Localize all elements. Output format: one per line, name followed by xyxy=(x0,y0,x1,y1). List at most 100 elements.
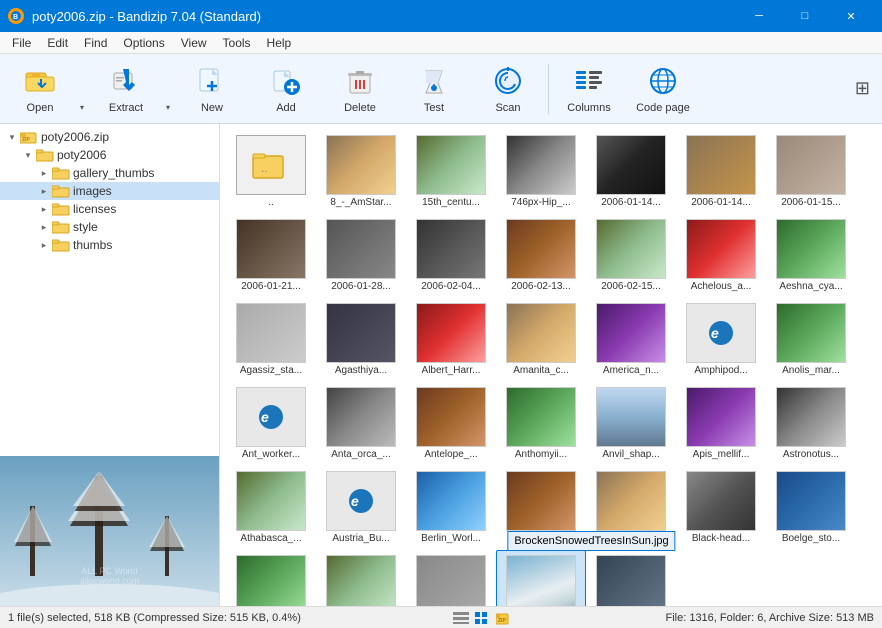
menu-options[interactable]: Options xyxy=(115,34,172,52)
file-grid: .. .. 8_-_AmStar... 15th_centu... 746px-… xyxy=(224,128,878,606)
extract-dropdown-arrow[interactable]: ▾ xyxy=(162,58,174,120)
list-item[interactable]: e Ant_worker... xyxy=(226,382,316,466)
extract-button[interactable]: Extract xyxy=(90,58,162,120)
list-item[interactable]: Bill_Thom... xyxy=(496,466,586,550)
new-label: New xyxy=(201,102,223,114)
titlebar-left: B poty2006.zip - Bandizip 7.04 (Standard… xyxy=(8,8,261,24)
scan-button[interactable]: Scan xyxy=(472,58,544,120)
menu-tools[interactable]: Tools xyxy=(215,34,259,52)
detail-view-icon[interactable] xyxy=(474,611,492,625)
file-item-up[interactable]: .. .. xyxy=(226,130,316,214)
view-toggle-button[interactable]: ⊞ xyxy=(855,78,878,99)
list-item[interactable]: Apis_mellif... xyxy=(676,382,766,466)
list-item[interactable]: Brooklyn_B... xyxy=(586,550,676,606)
list-item[interactable]: Anthomyii... xyxy=(496,382,586,466)
file-thumb xyxy=(326,555,396,606)
file-thumb xyxy=(506,219,576,279)
list-item[interactable]: 2006-02-13... xyxy=(496,214,586,298)
minimize-button[interactable]: ─ xyxy=(736,0,782,32)
list-item[interactable]: 8_-_AmStar... xyxy=(316,130,406,214)
list-item[interactable]: British_Mus... xyxy=(406,550,496,606)
list-item[interactable]: Amanita_c... xyxy=(496,298,586,382)
menu-view[interactable]: View xyxy=(173,34,215,52)
list-item[interactable]: Achelous_a... xyxy=(676,214,766,298)
file-thumb xyxy=(776,303,846,363)
delete-button[interactable]: Delete xyxy=(324,58,396,120)
columns-label: Columns xyxy=(567,102,610,114)
menu-edit[interactable]: Edit xyxy=(39,34,76,52)
list-item[interactable]: Boelge_sto... xyxy=(766,466,856,550)
list-item[interactable]: 15th_centu... xyxy=(406,130,496,214)
tree-item-poty2006[interactable]: ▾ poty2006 xyxy=(0,146,219,164)
add-button[interactable]: Add xyxy=(250,58,322,120)
list-item[interactable]: Bismuth_cr... xyxy=(586,466,676,550)
svg-text:..: .. xyxy=(261,161,268,175)
list-item[interactable]: Agassiz_sta... xyxy=(226,298,316,382)
list-item[interactable]: 2006-01-21... xyxy=(226,214,316,298)
file-thumb xyxy=(596,555,666,606)
maximize-button[interactable]: □ xyxy=(782,0,828,32)
list-item[interactable]: Black-head... xyxy=(676,466,766,550)
close-button[interactable]: ✕ xyxy=(828,0,874,32)
list-item[interactable]: 2006-02-04... xyxy=(406,214,496,298)
file-thumb xyxy=(776,471,846,531)
tree-item-licenses[interactable]: ▸ licenses xyxy=(0,200,219,218)
menu-file[interactable]: File xyxy=(4,34,39,52)
menu-find[interactable]: Find xyxy=(76,34,115,52)
list-item[interactable]: 746px-Hip_... xyxy=(496,130,586,214)
tree-item-zip[interactable]: ▾ ZIP poty2006.zip xyxy=(0,128,219,146)
list-item[interactable]: 2006-02-15... xyxy=(586,214,676,298)
list-item[interactable]: Anvil_shap... xyxy=(586,382,676,466)
list-item[interactable]: Antelope_... xyxy=(406,382,496,466)
new-button[interactable]: New xyxy=(176,58,248,120)
file-name: Athabasca_... xyxy=(240,533,301,545)
filelist[interactable]: .. .. 8_-_AmStar... 15th_centu... 746px-… xyxy=(220,124,882,606)
list-item[interactable]: Brazilian_N... xyxy=(226,550,316,606)
file-thumb xyxy=(416,303,486,363)
tree-item-thumbs[interactable]: ▸ thumbs xyxy=(0,236,219,254)
columns-button[interactable]: Columns xyxy=(553,58,625,120)
app-icon: B xyxy=(8,8,24,24)
list-view-icon[interactable] xyxy=(452,611,470,625)
file-item-brocken[interactable]: BrockenSnowedTreesInSun.jpg BrockenSnowe… xyxy=(496,550,586,606)
file-thumb xyxy=(776,219,846,279)
open-dropdown-arrow[interactable]: ▾ xyxy=(76,58,88,120)
file-name: Achelous_a... xyxy=(691,281,752,293)
file-name: 746px-Hip_... xyxy=(511,197,570,209)
list-item[interactable]: America_n... xyxy=(586,298,676,382)
list-item[interactable]: e Austria_Bu... xyxy=(316,466,406,550)
list-item[interactable]: Anolis_mar... xyxy=(766,298,856,382)
list-item[interactable]: Berlin_Worl... xyxy=(406,466,496,550)
menu-help[interactable]: Help xyxy=(259,34,300,52)
list-item[interactable]: e Amphipod... xyxy=(676,298,766,382)
test-button[interactable]: Test xyxy=(398,58,470,120)
extract-button-group: Extract ▾ xyxy=(90,58,174,120)
open-button[interactable]: Open xyxy=(4,58,76,120)
list-item[interactable]: 2006-01-14... xyxy=(586,130,676,214)
sidebar-preview: ALL PC World allpcworld.com xyxy=(0,456,219,606)
file-thumb xyxy=(326,135,396,195)
list-item[interactable]: Albert_Harr... xyxy=(406,298,496,382)
tree-item-gallery-thumbs[interactable]: ▸ gallery_thumbs xyxy=(0,164,219,182)
list-item[interactable]: 2006-01-28... xyxy=(316,214,406,298)
list-item[interactable]: Astronotus... xyxy=(766,382,856,466)
open-label: Open xyxy=(27,102,54,114)
svg-text:e: e xyxy=(711,325,719,341)
list-item[interactable]: 2006-01-14... xyxy=(676,130,766,214)
folder-icon-3 xyxy=(52,184,70,198)
list-item[interactable]: Athabasca_... xyxy=(226,466,316,550)
list-item[interactable]: Aeshna_cya... xyxy=(766,214,856,298)
file-name: Bismuth_cr... xyxy=(602,533,660,545)
list-item[interactable]: 2006-01-15... xyxy=(766,130,856,214)
list-item[interactable]: Bridge_Alc... xyxy=(316,550,406,606)
tree-item-images[interactable]: ▸ images xyxy=(0,182,219,200)
test-label: Test xyxy=(424,102,444,114)
list-item[interactable]: Anta_orca_... xyxy=(316,382,406,466)
folder-icon-5 xyxy=(52,220,70,234)
scan-icon xyxy=(490,63,526,99)
list-item[interactable]: Agasthiya... xyxy=(316,298,406,382)
codepage-button[interactable]: Code page xyxy=(627,58,699,120)
file-thumb xyxy=(686,387,756,447)
tree-item-style[interactable]: ▸ style xyxy=(0,218,219,236)
file-thumb xyxy=(776,135,846,195)
